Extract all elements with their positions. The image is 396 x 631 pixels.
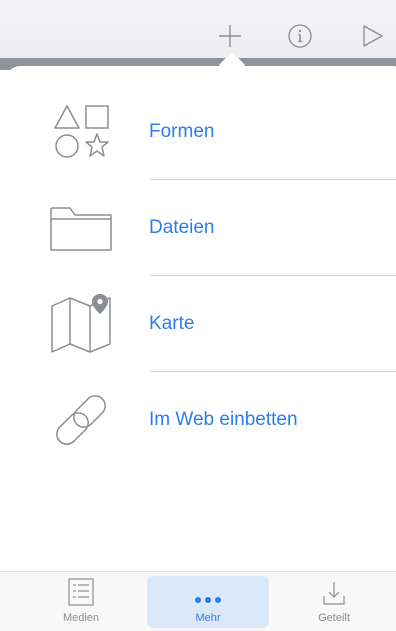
menu-item-label: Karte	[149, 313, 195, 334]
menu-item-formen[interactable]: Formen	[0, 84, 390, 180]
play-icon	[363, 25, 383, 47]
tab-mehr[interactable]: Mehr	[147, 576, 269, 628]
tab-label: Geteilt	[318, 612, 350, 624]
bottom-tab-bar: Medien Mehr Geteilt	[0, 571, 396, 631]
info-icon	[288, 24, 312, 48]
tab-label: Medien	[62, 612, 100, 624]
menu-item-im-web-einbetten[interactable]: Im Web einbetten	[0, 372, 390, 468]
folder-icon	[46, 180, 116, 276]
insert-popover-screen: Formen Dateien Karte Im Web einbetten Me…	[0, 0, 396, 631]
tab-label: Mehr	[195, 612, 221, 624]
download-tray-icon	[322, 576, 346, 606]
more-dots-icon	[193, 576, 223, 606]
list-icon	[68, 576, 94, 606]
info-button[interactable]	[284, 20, 316, 52]
map-icon	[46, 276, 116, 372]
menu-item-dateien[interactable]: Dateien	[0, 180, 390, 276]
tab-medien[interactable]: Medien	[20, 576, 142, 628]
link-icon	[46, 372, 116, 468]
menu-item-label: Formen	[149, 121, 215, 142]
plus-icon	[219, 25, 241, 47]
menu-item-label: Dateien	[149, 217, 215, 238]
play-button[interactable]	[356, 20, 388, 52]
menu-item-label: Im Web einbetten	[149, 409, 298, 430]
top-toolbar	[0, 0, 396, 64]
add-button[interactable]	[214, 20, 246, 52]
tab-geteilt[interactable]: Geteilt	[273, 576, 395, 628]
menu-item-karte[interactable]: Karte	[0, 276, 390, 372]
shapes-icon	[46, 84, 116, 180]
